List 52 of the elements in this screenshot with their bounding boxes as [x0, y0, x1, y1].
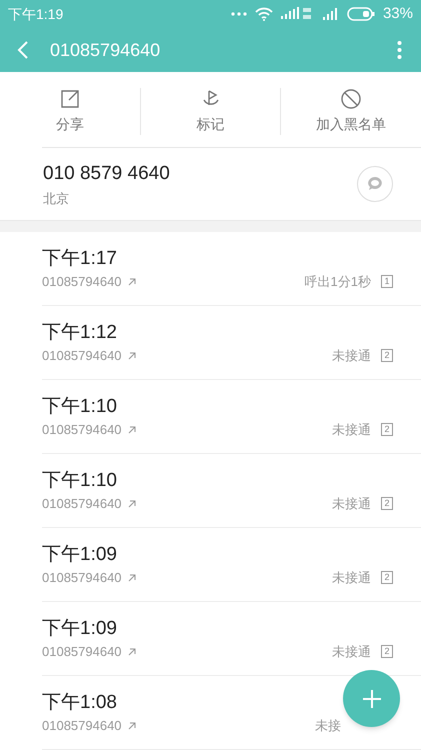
- outgoing-arrow-icon: [128, 278, 136, 286]
- call-time: 下午1:12: [42, 320, 117, 345]
- add-button[interactable]: [343, 670, 400, 727]
- sim-badge: 2: [381, 423, 393, 436]
- call-time: 下午1:09: [42, 542, 117, 567]
- action-button[interactable]: 分享: [56, 88, 84, 135]
- sim-badge: 2: [381, 497, 393, 510]
- outgoing-arrow-icon: [128, 500, 136, 508]
- call-time: 下午1:10: [42, 468, 117, 493]
- call-number: 01085794640: [42, 420, 122, 439]
- window-title: 01085794640: [50, 38, 160, 62]
- wifi-icon: [254, 7, 273, 21]
- call-time: 下午1:08: [42, 690, 117, 715]
- plus-icon: [362, 688, 382, 708]
- sim-badge: 2: [381, 645, 393, 658]
- call-time: 下午1:17: [42, 246, 117, 271]
- message-button[interactable]: [357, 166, 393, 202]
- outgoing-arrow-icon: [128, 574, 136, 582]
- phone-number: 010 8579 4640: [43, 162, 170, 186]
- outgoing-arrow-icon: [128, 648, 136, 656]
- call-number: 01085794640: [42, 716, 122, 735]
- call-time: 下午1:10: [42, 394, 117, 419]
- call-status: 呼出1分1秒: [304, 272, 371, 291]
- more-notifications-icon: [230, 12, 247, 16]
- battery-percentage: 33%: [382, 4, 413, 24]
- action-button[interactable]: 标记: [196, 88, 224, 135]
- call-number: 01085794640: [42, 568, 122, 587]
- call-number: 01085794640: [42, 642, 122, 661]
- sim-badge: 1: [381, 275, 393, 288]
- share-icon: [58, 88, 81, 110]
- call-status: 未接通: [332, 420, 371, 439]
- sim-badge: 2: [381, 571, 393, 584]
- outgoing-arrow-icon: [128, 426, 136, 434]
- block-icon: [340, 88, 362, 110]
- call-status: 未接通: [332, 642, 371, 661]
- call-status: 未接: [315, 716, 341, 735]
- outgoing-arrow-icon: [128, 722, 136, 730]
- call-time: 下午1:09: [42, 616, 117, 641]
- location-label: 北京: [43, 190, 70, 208]
- call-status: 未接通: [332, 494, 371, 513]
- action-button[interactable]: 加入黑名单: [316, 88, 386, 135]
- call-number: 01085794640: [42, 494, 122, 513]
- signal-icon: [322, 8, 339, 20]
- call-status: 未接通: [332, 568, 371, 587]
- call-number: 01085794640: [42, 272, 122, 291]
- message-icon: [366, 175, 384, 193]
- call-number: 01085794640: [42, 346, 122, 365]
- outgoing-arrow-icon: [128, 352, 136, 360]
- battery-icon: [346, 7, 375, 21]
- sim-badge: 2: [381, 349, 393, 362]
- status-time: 下午1:19: [8, 4, 64, 24]
- call-status: 未接通: [332, 346, 371, 365]
